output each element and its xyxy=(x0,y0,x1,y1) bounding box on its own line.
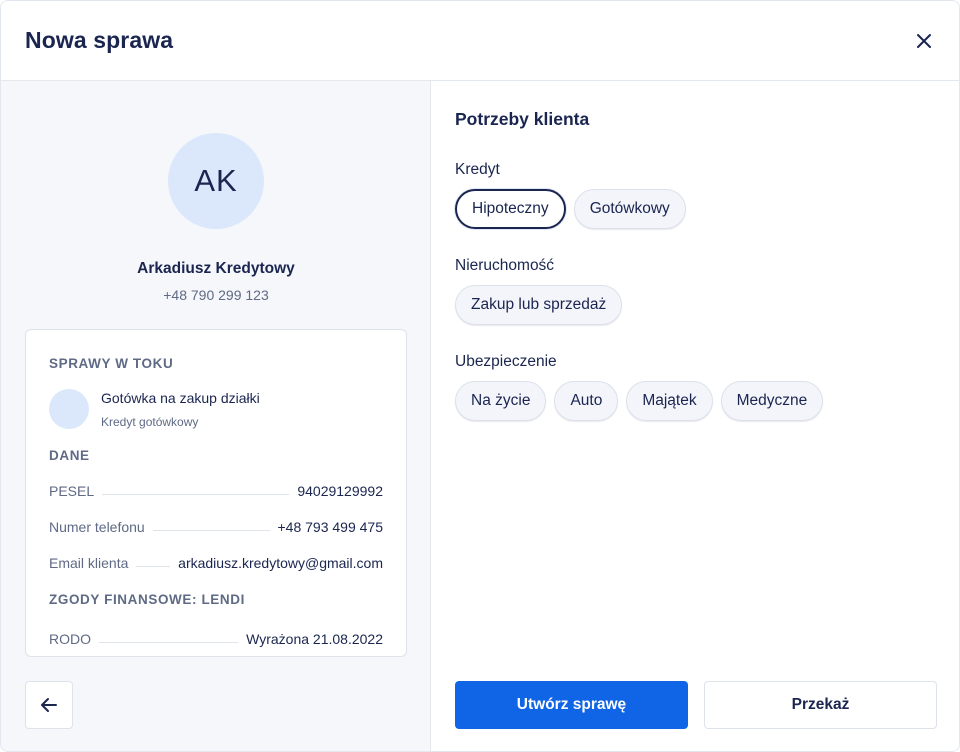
detail-value: arkadiusz.kredytowy@gmail.com xyxy=(178,555,383,571)
create-case-button[interactable]: Utwórz sprawę xyxy=(455,681,688,729)
needs-title: Potrzeby klienta xyxy=(455,109,590,129)
leader-line xyxy=(102,493,290,495)
consent-value: Wyrażona 21.08.2022 xyxy=(246,631,383,647)
chip-na-zycie[interactable]: Na życie xyxy=(455,381,547,421)
detail-label: Numer telefonu xyxy=(49,519,145,535)
detail-label: PESEL xyxy=(49,483,95,499)
consent-label: RODO xyxy=(49,631,91,647)
detail-row-pesel: PESEL 94029129992 xyxy=(49,481,383,501)
client-name: Arkadiusz Kredytowy xyxy=(137,260,295,277)
chip-auto[interactable]: Auto xyxy=(554,381,619,421)
case-subtitle: Kredyt gotówkowy xyxy=(101,415,199,429)
data-heading: DANE xyxy=(49,448,90,463)
chip-hipoteczny[interactable]: Hipoteczny xyxy=(455,189,566,229)
transfer-button[interactable]: Przekaż xyxy=(704,681,937,729)
detail-row-email: Email klienta arkadiusz.kredytowy@gmail.… xyxy=(49,553,383,573)
chip-zakup-lub-sprzedaz[interactable]: Zakup lub sprzedaż xyxy=(455,285,623,325)
group-label-kredyt: Kredyt xyxy=(455,161,500,178)
detail-label: Email klienta xyxy=(49,555,129,571)
close-button[interactable] xyxy=(911,28,937,54)
arrow-left-icon xyxy=(41,698,57,712)
cases-heading: SPRAWY W TOKU xyxy=(49,356,174,371)
needs-panel: Potrzeby klienta Kredyt Hipoteczny Gotów… xyxy=(432,81,959,751)
back-button[interactable] xyxy=(25,681,73,729)
client-phone: +48 790 299 123 xyxy=(163,287,269,303)
client-panel: AK Arkadiusz Kredytowy +48 790 299 123 S… xyxy=(1,81,431,751)
avatar: AK xyxy=(168,133,264,229)
group-label-nieruchomosc: Nieruchomość xyxy=(455,257,555,274)
chip-majatek[interactable]: Majątek xyxy=(626,381,713,421)
client-details-card: SPRAWY W TOKU Gotówka na zakup działki K… xyxy=(25,329,407,657)
modal-header: Nowa sprawa xyxy=(1,1,959,81)
chips-ubezpieczenie: Na życie Auto Majątek Medyczne xyxy=(455,381,824,421)
modal-title: Nowa sprawa xyxy=(25,27,174,53)
case-title[interactable]: Gotówka na zakup działki xyxy=(101,390,260,406)
new-case-modal: Nowa sprawa AK Arkadiusz Kredytowy +48 7… xyxy=(0,0,960,752)
detail-value: +48 793 499 475 xyxy=(277,519,384,535)
case-icon xyxy=(49,389,89,429)
close-icon xyxy=(917,34,931,48)
chip-gotowkowy[interactable]: Gotówkowy xyxy=(573,189,686,229)
detail-value: 94029129992 xyxy=(297,483,383,499)
chips-nieruchomosc: Zakup lub sprzedaż xyxy=(455,285,623,325)
consent-row-rodo: RODO Wyrażona 21.08.2022 xyxy=(49,629,383,649)
group-label-ubezpieczenie: Ubezpieczenie xyxy=(455,353,557,370)
chip-medyczne[interactable]: Medyczne xyxy=(720,381,824,421)
consents-heading: ZGODY FINANSOWE: LENDI xyxy=(49,592,245,607)
leader-line xyxy=(99,641,239,643)
detail-row-phone: Numer telefonu +48 793 499 475 xyxy=(49,517,383,537)
chips-kredyt: Hipoteczny Gotówkowy xyxy=(455,189,686,229)
leader-line xyxy=(152,529,270,531)
leader-line xyxy=(136,565,171,567)
